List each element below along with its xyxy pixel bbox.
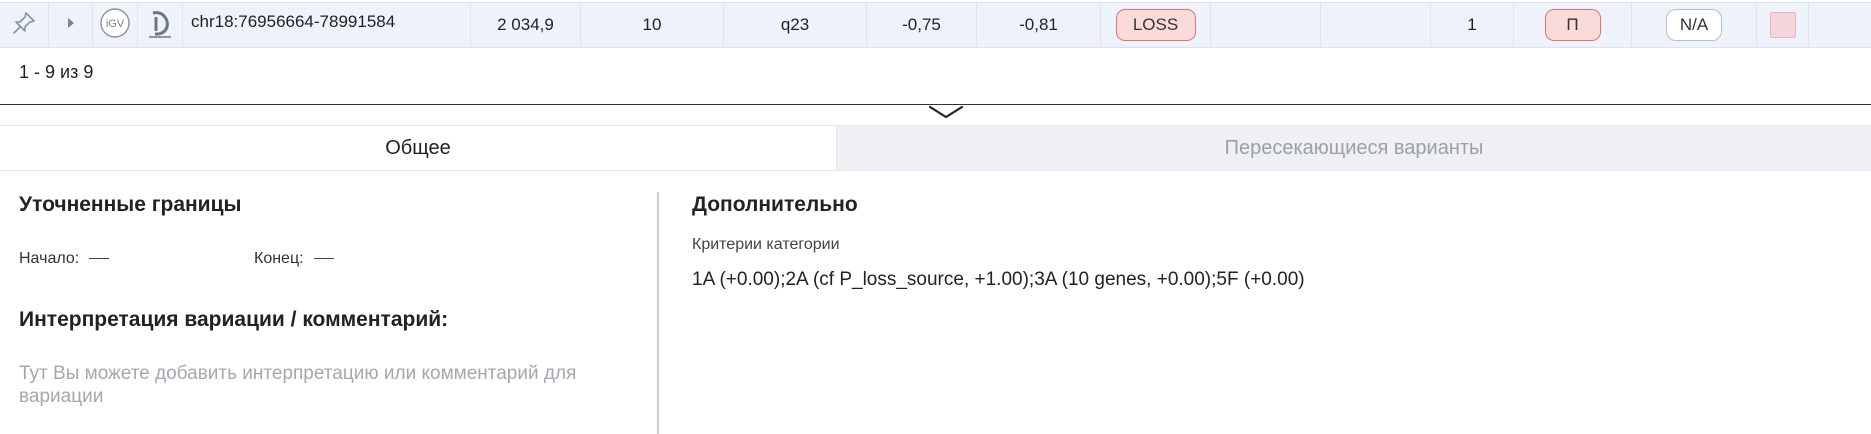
color-swatch[interactable]: [1769, 12, 1796, 38]
expand-cell[interactable]: [49, 3, 93, 47]
end-label: Конец:: [254, 250, 304, 267]
table-row[interactable]: iGV chr18:76956664-78991584 2 034,9 10 q…: [0, 2, 1871, 48]
value2-cell: -0,81: [977, 3, 1101, 47]
additional-title: Дополнительно: [692, 193, 858, 216]
start-value-empty: [89, 258, 110, 260]
type-cell: LOSS: [1101, 3, 1211, 47]
class-badge[interactable]: П: [1544, 9, 1601, 41]
start-label: Начало:: [19, 250, 80, 267]
empty-cell-3: [1809, 3, 1871, 47]
cytoband: q23: [780, 15, 810, 34]
end-field: Конец:: [254, 250, 334, 268]
count-value: 1: [1467, 15, 1477, 34]
chevron-down-icon[interactable]: [928, 104, 964, 125]
value2: -0,81: [1019, 15, 1058, 34]
na-cell[interactable]: N/A: [1632, 3, 1757, 47]
size-value: 2 034,9: [497, 15, 554, 34]
criteria-label: Критерии категории: [692, 236, 840, 253]
igv-cell[interactable]: iGV: [93, 3, 138, 47]
genes-cell: 10: [581, 3, 724, 47]
pagination-info: 1 - 9 из 9: [19, 62, 94, 82]
tab-general[interactable]: Общее: [0, 126, 836, 170]
genes-count: 10: [642, 15, 662, 34]
caret-right-icon[interactable]: [64, 15, 78, 35]
tab-overlapping-variants[interactable]: Пересекающиеся варианты: [836, 126, 1871, 170]
refined-boundaries-title: Уточненные границы: [19, 193, 242, 216]
detail-tabs: Общее Пересекающиеся варианты: [0, 125, 1871, 171]
pin-cell[interactable]: [0, 3, 49, 47]
na-badge[interactable]: N/A: [1666, 9, 1722, 41]
coordinates: chr18:76956664-78991584: [191, 12, 396, 31]
start-field: Начало:: [19, 250, 110, 268]
pin-icon[interactable]: [11, 10, 37, 41]
decipher-cell[interactable]: [138, 3, 183, 47]
value1-cell: -0,75: [867, 3, 977, 47]
igv-icon[interactable]: iGV: [99, 7, 131, 44]
loss-badge: LOSS: [1115, 9, 1196, 41]
coordinates-cell: chr18:76956664-78991584: [183, 3, 471, 47]
decipher-icon[interactable]: [145, 7, 175, 44]
criteria-value: 1A (+0.00);2A (cf P_loss_source, +1.00);…: [692, 269, 1305, 290]
interpretation-input[interactable]: Тут Вы можете добавить интерпретацию или…: [19, 362, 619, 408]
value1: -0,75: [902, 15, 941, 34]
cytoband-cell: q23: [724, 3, 867, 47]
empty-cell-2: [1321, 3, 1431, 47]
color-cell[interactable]: [1757, 3, 1809, 47]
panel-divider: [657, 192, 659, 434]
end-value-empty: [313, 258, 334, 260]
class-cell[interactable]: П: [1514, 3, 1632, 47]
size-cell: 2 034,9: [471, 3, 581, 47]
interpretation-title: Интерпретация вариации / комментарий:: [19, 308, 449, 331]
empty-cell-1: [1211, 3, 1321, 47]
count-cell: 1: [1431, 3, 1514, 47]
igv-icon-label: iGV: [106, 18, 125, 30]
